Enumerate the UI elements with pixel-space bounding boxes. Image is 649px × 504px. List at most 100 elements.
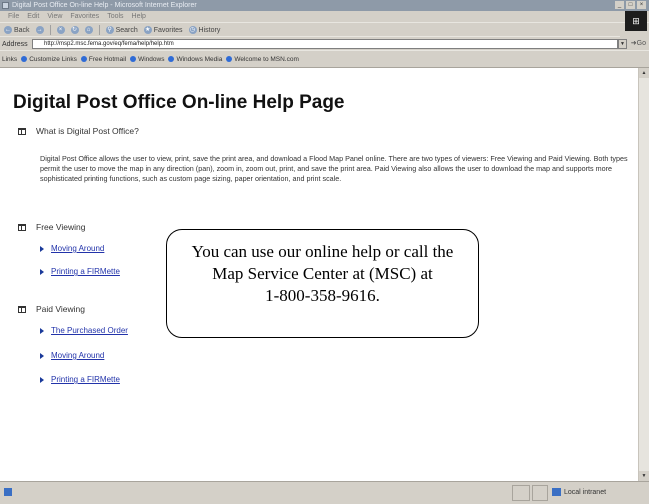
callout-line: You can use our online help or call the [191,242,454,261]
menu-favorites[interactable]: Favorites [70,11,99,22]
help-callout: You can use our online help or call the … [166,229,479,338]
scroll-down-icon[interactable]: ▼ [639,471,649,481]
link-text[interactable]: Printing a FIRMette [51,267,120,276]
book-icon [18,305,26,313]
forward-arrow-icon: → [35,26,44,34]
zone-label: Local intranet [564,488,607,496]
security-zone: Local intranet [552,488,606,496]
menu-help[interactable]: Help [132,11,146,22]
standard-toolbar: ← Back → × ↻ ⌂ ⚲ Search ★ Favorites ◷ Hi… [0,24,620,37]
history-icon: ◷ [188,26,197,34]
link-label: Customize Links [29,55,77,63]
link-text[interactable]: Printing a FIRMette [51,375,120,384]
toolbar-separator [49,25,51,35]
menu-bar: File Edit View Favorites Tools Help ⊞ [0,11,649,31]
favorites-icon: ★ [143,26,152,34]
link-paid-moving-around[interactable]: Moving Around [40,351,104,360]
maximize-button[interactable]: □ [626,1,635,9]
section-free-viewing: Free Viewing [18,222,85,232]
book-icon [18,127,26,135]
ie-page-icon [21,56,28,62]
ie-page-icon [168,56,175,62]
links-label: Links [2,55,18,63]
scroll-up-icon[interactable]: ▲ [639,68,649,78]
search-label: Search [115,26,138,34]
window-titlebar: Digital Post Office On-line Help - Micro… [0,0,649,11]
intranet-icon [552,488,561,496]
link-customize[interactable]: Customize Links [21,56,77,63]
bullet-arrow-icon [40,245,44,252]
window-controls: _ □ × [615,1,646,9]
section-heading: Paid Viewing [36,304,85,314]
link-label: Windows Media [176,55,223,63]
address-label: Address [2,40,28,48]
link-text[interactable]: The Purchased Order [51,326,128,335]
menu-view[interactable]: View [47,11,62,22]
forward-button[interactable]: → [35,26,44,34]
link-paid-purchased-order[interactable]: The Purchased Order [40,326,128,335]
favorites-button[interactable]: ★ Favorites [143,26,183,34]
search-button[interactable]: ⚲ Search [105,26,138,34]
link-paid-printing-firmette[interactable]: Printing a FIRMette [40,375,120,384]
link-msn[interactable]: Welcome to MSN.com [226,56,299,63]
refresh-icon: ↻ [70,26,79,34]
vertical-scrollbar[interactable]: ▲ ▼ [638,68,649,481]
status-page-icon [4,488,12,496]
go-button[interactable]: ➜Go [631,39,646,47]
bullet-arrow-icon [40,352,44,359]
link-text[interactable]: Moving Around [51,351,104,360]
windows-logo-icon: ⊞ [625,11,647,31]
status-pane [532,485,548,501]
ie-page-icon [80,56,87,62]
link-free-moving-around[interactable]: Moving Around [40,244,104,253]
close-button[interactable]: × [637,1,646,9]
address-dropdown-icon[interactable]: ▼ [618,39,627,49]
bullet-arrow-icon [40,268,44,275]
bullet-arrow-icon [40,327,44,334]
menu-tools[interactable]: Tools [107,11,123,22]
back-button[interactable]: ← Back [4,26,30,34]
bullet-arrow-icon [40,376,44,383]
back-label: Back [14,26,30,34]
address-input[interactable]: http://msp2.msc.fema.gov/eq/fema/help/he… [32,39,618,49]
minimize-button[interactable]: _ [615,1,624,9]
history-button[interactable]: ◷ History [188,26,221,34]
book-icon [18,223,26,231]
callout-line: Map Service Center at (MSC) at [212,264,433,283]
home-icon: ⌂ [84,26,93,34]
link-label: Windows [138,55,165,63]
stop-button[interactable]: × [56,26,65,34]
menu-file[interactable]: File [8,11,19,22]
go-label: Go [636,40,646,47]
link-label: Free Hotmail [88,55,127,63]
home-button[interactable]: ⌂ [84,26,93,34]
link-label: Welcome to MSN.com [234,55,299,63]
link-windows[interactable]: Windows [130,56,164,63]
search-icon: ⚲ [105,26,114,34]
refresh-button[interactable]: ↻ [70,26,79,34]
callout-line: 1-800-358-9616. [265,286,380,305]
link-hotmail[interactable]: Free Hotmail [80,55,127,63]
window-title: Digital Post Office On-line Help - Micro… [12,2,197,9]
back-arrow-icon: ← [4,26,12,34]
section-paid-viewing: Paid Viewing [18,304,85,314]
toolbar-separator [98,25,100,35]
status-bar: Local intranet [0,481,649,504]
stop-icon: × [56,26,65,34]
browser-chrome: File Edit View Favorites Tools Help ⊞ ← … [0,11,649,68]
status-pane [512,485,530,501]
links-bar: Links Customize Links Free Hotmail Windo… [0,52,649,66]
favorites-label: Favorites [153,26,183,34]
page-title: Digital Post Office On-line Help Page [13,92,345,113]
address-bar: Address http://msp2.msc.fema.gov/eq/fema… [0,38,649,51]
link-text[interactable]: Moving Around [51,244,104,253]
ie-page-icon [226,56,233,62]
history-label: History [198,26,221,34]
section-what-is: What is Digital Post Office? [18,126,139,136]
section-heading: Free Viewing [36,222,86,232]
ie-page-icon [130,56,137,62]
ie-app-icon [2,2,9,9]
link-free-printing-firmette[interactable]: Printing a FIRMette [40,267,120,276]
menu-edit[interactable]: Edit [27,11,39,22]
link-windows-media[interactable]: Windows Media [168,56,222,63]
